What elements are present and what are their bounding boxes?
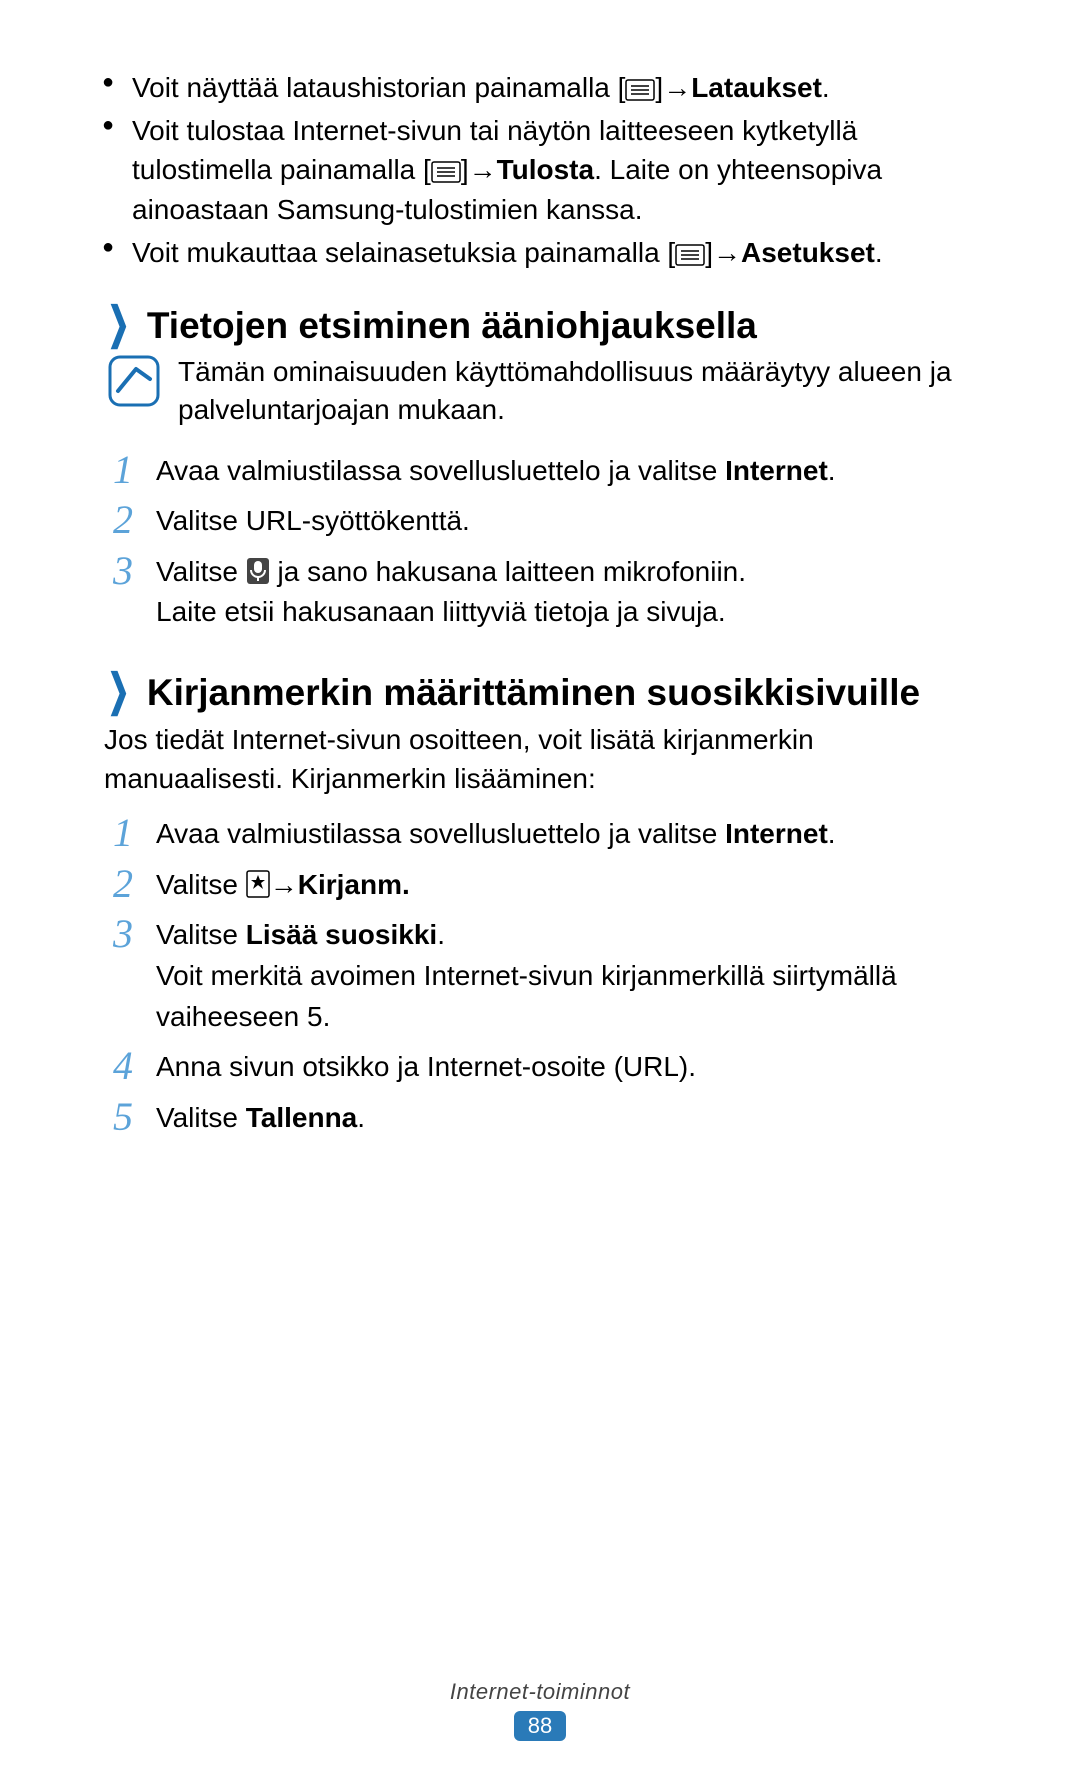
chevron-right-icon: ❯ xyxy=(107,302,129,346)
text: Avaa valmiustilassa sovellusluettelo ja … xyxy=(156,455,725,486)
step-item: 4 Anna sivun otsikko ja Internet-osoite … xyxy=(100,1047,980,1088)
heading-text: Tietojen etsiminen ääniohjauksella xyxy=(147,305,757,347)
bold-text: Internet xyxy=(725,818,828,849)
note-block: Tämän ominaisuuden käyttömahdollisuus mä… xyxy=(100,353,980,429)
text: ] xyxy=(461,154,469,185)
menu-icon xyxy=(431,161,461,183)
heading-text: Kirjanmerkin määrittäminen suosikkisivui… xyxy=(147,672,920,714)
step-item: 5 Valitse Tallenna. xyxy=(100,1098,980,1139)
step-number: 1 xyxy=(100,441,146,499)
page-footer: Internet-toiminnot 88 xyxy=(0,1679,1080,1741)
arrow-icon: → xyxy=(713,233,741,272)
text: Valitse xyxy=(156,869,246,900)
step-list: 1 Avaa valmiustilassa sovellusluettelo j… xyxy=(100,814,980,1138)
menu-icon xyxy=(625,79,655,101)
step-item: 2 Valitse → Kirjanm. xyxy=(100,865,980,906)
bold-text: Tallenna xyxy=(246,1102,358,1133)
text: ] xyxy=(655,72,663,103)
bold-text: Lataukset xyxy=(691,72,822,103)
step-item: 3 Valitse ja sano hakusana laitteen mikr… xyxy=(100,552,980,633)
chevron-right-icon: ❯ xyxy=(107,669,129,713)
text: ] xyxy=(705,237,713,268)
footer-section-label: Internet-toiminnot xyxy=(0,1679,1080,1705)
note-icon xyxy=(108,355,160,407)
text: Valitse xyxy=(156,1102,246,1133)
step-number: 2 xyxy=(100,491,146,549)
bold-text: Lisää suosikki xyxy=(246,919,437,950)
text: Anna sivun otsikko ja Internet-osoite (U… xyxy=(156,1051,696,1082)
step-list: 1 Avaa valmiustilassa sovellusluettelo j… xyxy=(100,451,980,633)
text: ja sano hakusana laitteen mikrofoniin. xyxy=(270,556,746,587)
text: . xyxy=(875,237,883,268)
text: Voit näyttää lataushistorian painamalla … xyxy=(132,72,625,103)
step-number: 1 xyxy=(100,804,146,862)
arrow-icon: → xyxy=(663,68,691,107)
paragraph: Jos tiedät Internet-sivun osoitteen, voi… xyxy=(100,720,980,798)
menu-icon xyxy=(675,244,705,266)
bold-text: Asetukset xyxy=(741,237,875,268)
step-item: 3 Valitse Lisää suosikki. Voit merkitä a… xyxy=(100,915,980,1037)
step-number: 2 xyxy=(100,855,146,913)
text: . xyxy=(357,1102,365,1133)
text: Avaa valmiustilassa sovellusluettelo ja … xyxy=(156,818,725,849)
section-heading: ❯ Kirjanmerkin määrittäminen suosikkisiv… xyxy=(100,669,980,714)
text: Valitse xyxy=(156,556,246,587)
text: Laite etsii hakusanaan liittyviä tietoja… xyxy=(156,596,726,627)
step-number: 3 xyxy=(100,542,146,600)
text: . xyxy=(828,455,836,486)
bullet-item: Voit näyttää lataushistorian painamalla … xyxy=(100,68,980,107)
step-number: 3 xyxy=(100,905,146,963)
page-number-badge: 88 xyxy=(514,1711,566,1741)
step-item: 1 Avaa valmiustilassa sovellusluettelo j… xyxy=(100,814,980,855)
step-number: 4 xyxy=(100,1037,146,1095)
document-page: Voit näyttää lataushistorian painamalla … xyxy=(0,0,1080,1771)
bold-text: Tulosta xyxy=(497,154,594,185)
bold-text: Internet xyxy=(725,455,828,486)
arrow-icon: → xyxy=(270,865,298,906)
bullet-item: Voit mukauttaa selainasetuksia painamall… xyxy=(100,233,980,272)
text: . xyxy=(828,818,836,849)
text: Voit mukauttaa selainasetuksia painamall… xyxy=(132,237,675,268)
microphone-icon xyxy=(246,557,270,585)
text: . xyxy=(437,919,445,950)
arrow-icon: → xyxy=(469,150,497,189)
section-heading: ❯ Tietojen etsiminen ääniohjauksella xyxy=(100,302,980,347)
bookmark-star-icon xyxy=(246,870,270,898)
bullet-list: Voit näyttää lataushistorian painamalla … xyxy=(100,68,980,272)
bullet-item: Voit tulostaa Internet-sivun tai näytön … xyxy=(100,111,980,229)
text: Valitse URL-syöttökenttä. xyxy=(156,505,470,536)
bold-text: Kirjanm. xyxy=(298,869,410,900)
step-item: 1 Avaa valmiustilassa sovellusluettelo j… xyxy=(100,451,980,492)
text: . xyxy=(822,72,830,103)
text: Voit merkitä avoimen Internet-sivun kirj… xyxy=(156,960,897,1032)
text: Valitse xyxy=(156,919,246,950)
step-item: 2 Valitse URL-syöttökenttä. xyxy=(100,501,980,542)
step-number: 5 xyxy=(100,1088,146,1146)
note-text: Tämän ominaisuuden käyttömahdollisuus mä… xyxy=(178,353,980,429)
